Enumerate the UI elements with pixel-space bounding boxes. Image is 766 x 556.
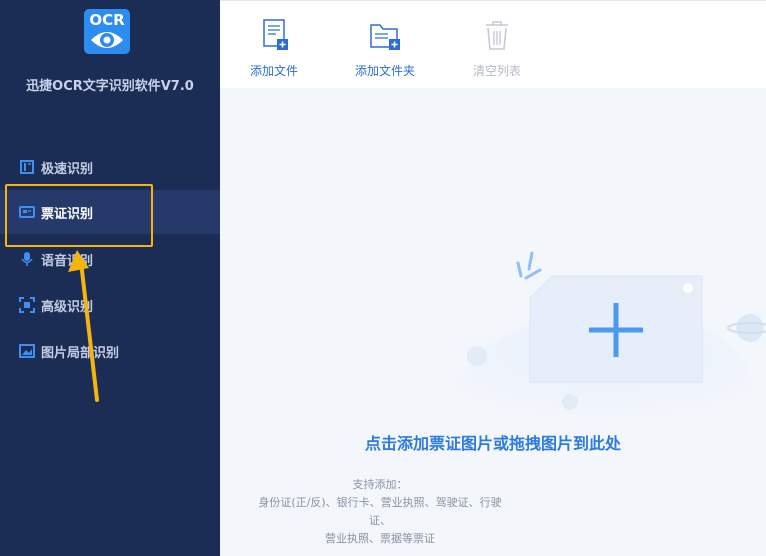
sidebar: OCR 迅捷OCR文字识别软件V7.0 极速识别 票证识别 语音识别 高级识别	[0, 0, 220, 556]
eye-icon	[91, 32, 123, 48]
image-crop-icon	[19, 343, 35, 359]
add-file-label: 添加文件	[249, 64, 298, 78]
sidebar-item-image-partial-recognition[interactable]: 图片局部识别	[0, 329, 220, 373]
clear-list-button[interactable]: 清空列表	[457, 13, 537, 83]
support-line-1: 身份证(正/反)、银行卡、营业执照、驾驶证、行驶证、	[258, 496, 502, 527]
sidebar-item-label: 高级识别	[41, 299, 94, 315]
add-file-button[interactable]: 添加文件	[234, 13, 314, 83]
add-folder-icon	[370, 24, 400, 50]
support-label: 支持添加：	[352, 478, 408, 491]
toolbar: 添加文件 添加文件夹 清空列表	[220, 0, 766, 88]
app-title: 迅捷OCR文字识别软件V7.0	[26, 79, 194, 94]
main-panel: 添加文件 添加文件夹 清空列表 点击添加票证图片或拖拽图片到此处	[220, 0, 766, 556]
microphone-icon	[19, 251, 35, 267]
sidebar-item-label: 极速识别	[41, 161, 94, 177]
sidebar-item-label: 图片局部识别	[41, 345, 120, 361]
advanced-scan-icon	[19, 297, 35, 313]
add-file-icon	[263, 19, 288, 50]
quick-scan-icon	[19, 159, 35, 175]
sidebar-item-label: 语音识别	[41, 253, 94, 269]
drop-zone-title: 点击添加票证图片或拖拽图片到此处	[364, 434, 621, 453]
support-line-2: 营业执照、票据等票证	[325, 532, 435, 545]
supported-formats: 支持添加： 身份证(正/反)、银行卡、营业执照、驾驶证、行驶证、 营业执照、票据…	[250, 476, 510, 548]
clear-list-label: 清空列表	[472, 64, 521, 78]
ocr-logo: OCR	[84, 9, 130, 54]
add-folder-button[interactable]: 添加文件夹	[345, 13, 425, 83]
sidebar-item-quick-recognition[interactable]: 极速识别	[0, 145, 220, 189]
sidebar-item-advanced-recognition[interactable]: 高级识别	[0, 283, 220, 327]
add-folder-label: 添加文件夹	[354, 64, 415, 78]
trash-icon	[486, 21, 508, 50]
annotation-highlight-box	[5, 184, 153, 247]
